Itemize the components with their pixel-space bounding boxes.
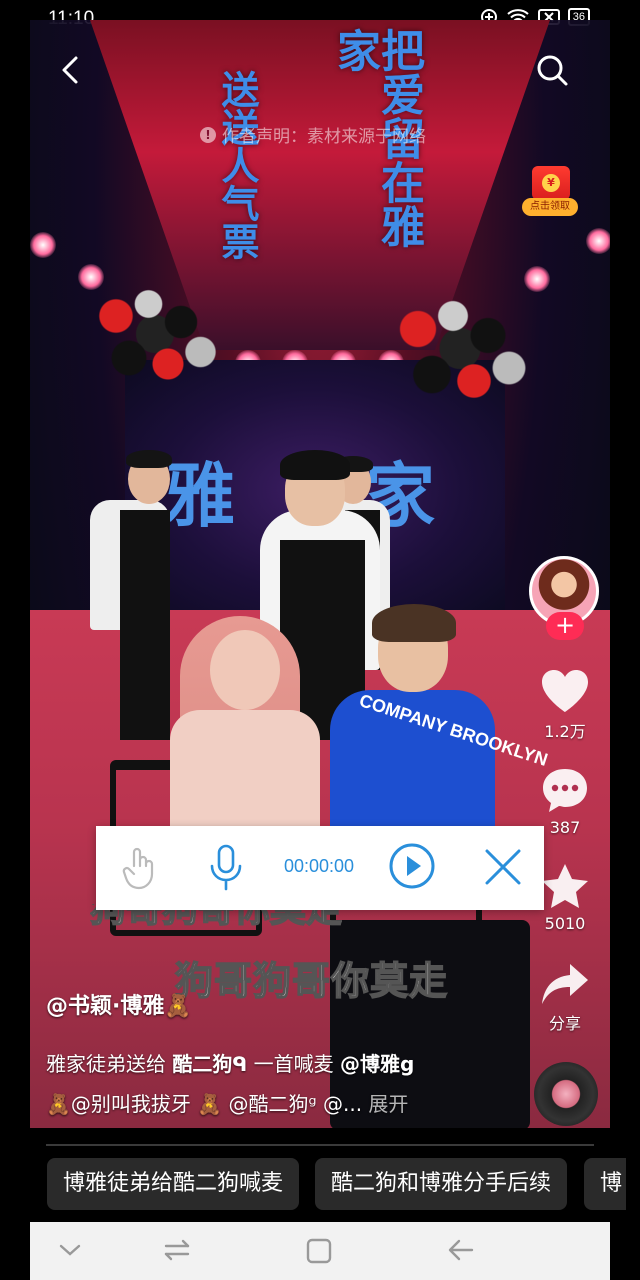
share-button[interactable]: 分享 — [532, 962, 598, 1034]
heart-icon — [542, 670, 588, 712]
video-subtitle: 狗哥狗哥你莫走 — [174, 958, 449, 1004]
post-description-line2: 🧸@别叫我拔牙 🧸 @酷二狗ᵍ @... 展开 — [46, 1092, 409, 1116]
mention-link[interactable]: @博雅g — [340, 1052, 414, 1076]
home-icon[interactable] — [304, 1236, 334, 1266]
touch-icon[interactable] — [122, 844, 158, 892]
balloon-cluster-left — [90, 280, 220, 400]
disclaimer-text: 作者声明：素材来源于网络 — [222, 127, 426, 147]
backdrop-char-1: 雅 — [165, 454, 235, 537]
post-description-line1: 雅家徒弟送给 酷二狗ᑫ 一首喊麦 @博雅g — [46, 1052, 415, 1076]
creator-disclaimer: ! 作者声明：素材来源于网络 — [200, 122, 426, 147]
recording-timer: 00:00:00 — [284, 856, 355, 876]
share-arrow-icon — [542, 964, 588, 1004]
play-icon[interactable] — [388, 842, 436, 890]
favorite-count: 5010 — [544, 914, 586, 933]
follow-button[interactable]: + — [546, 612, 584, 640]
screen-recorder-toolbar: 00:00:00 — [96, 826, 544, 910]
search-icon[interactable] — [534, 52, 570, 88]
red-packet-button[interactable]: ¥ 点击领取 — [522, 166, 578, 218]
close-icon[interactable] — [482, 846, 524, 888]
like-button[interactable]: 1.2万 — [532, 668, 598, 742]
system-navigation-bar — [30, 1222, 610, 1280]
related-search-chip[interactable]: 博雅徒弟给酷二狗喊麦 — [47, 1158, 300, 1210]
info-icon: ! — [200, 126, 216, 143]
balloon-cluster-right — [390, 290, 530, 420]
mention-link[interactable]: 酷二狗ᑫ — [172, 1052, 247, 1076]
related-search-chip[interactable]: 酷二狗和博雅分手后续 — [315, 1158, 568, 1210]
music-disc-icon[interactable] — [534, 1062, 598, 1126]
back-nav-icon[interactable] — [446, 1236, 476, 1264]
ceiling-text-right: 把爱留在雅家 — [329, 28, 424, 248]
chevron-down-icon[interactable] — [56, 1236, 84, 1264]
divider — [46, 1144, 594, 1146]
ceiling-text-left: 送送人气票 — [215, 70, 260, 260]
recent-apps-icon[interactable] — [162, 1236, 192, 1264]
expand-link[interactable]: 展开 — [368, 1092, 408, 1116]
like-count: 1.2万 — [544, 722, 586, 741]
comment-icon — [543, 769, 587, 812]
back-icon[interactable] — [56, 52, 88, 88]
share-label: 分享 — [548, 1014, 581, 1033]
author-name[interactable]: @书颖·博雅🧸 — [46, 988, 192, 1020]
related-search-chip[interactable]: 博 — [584, 1158, 626, 1210]
star-icon — [542, 864, 588, 908]
microphone-icon[interactable] — [208, 844, 244, 892]
red-packet-label: 点击领取 — [522, 198, 578, 216]
